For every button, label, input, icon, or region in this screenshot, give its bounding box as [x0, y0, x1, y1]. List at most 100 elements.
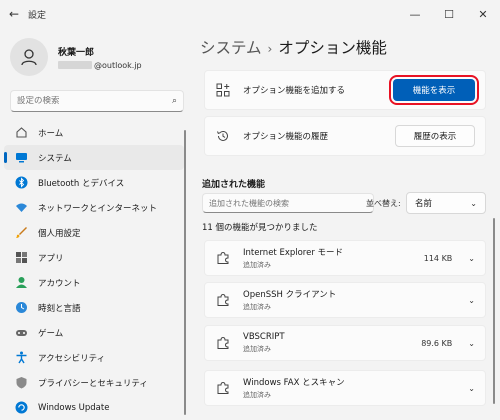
user-name: 秋葉一郎 — [58, 47, 95, 58]
network-icon — [14, 201, 28, 215]
sidebar-item-bluetooth[interactable]: Bluetooth とデバイス — [4, 170, 184, 195]
settings-search: ⌕ — [10, 90, 184, 112]
email-redaction — [58, 61, 92, 69]
minimize-button[interactable]: — — [398, 0, 432, 28]
sidebar-item-windows-update[interactable]: Windows Update — [4, 395, 184, 420]
sidebar-scrollbar[interactable] — [184, 130, 186, 415]
title-bar: ← 設定 — ☐ ✕ — [0, 0, 500, 28]
avatar — [10, 38, 48, 76]
page-heading: システム › オプション機能 — [200, 36, 387, 58]
puzzle-icon — [215, 380, 231, 396]
feature-item[interactable]: Windows FAX とスキャン 追加済み ⌄ — [204, 370, 486, 406]
chevron-down-icon[interactable]: ⌄ — [468, 296, 475, 305]
accessibility-icon — [14, 351, 28, 365]
brush-icon — [14, 226, 28, 240]
breadcrumb-separator: › — [267, 42, 273, 56]
search-icon[interactable]: ⌕ — [172, 96, 177, 106]
main-content: システム › オプション機能 オプション機能を追加する 機能を表示 オプション機能の… — [200, 28, 490, 420]
sidebar-item-label: プライバシーとセキュリティ — [38, 378, 148, 389]
add-feature-icon — [215, 82, 231, 98]
sidebar-item-label: 時刻と言語 — [38, 303, 81, 314]
sidebar-item-apps[interactable]: アプリ — [4, 245, 184, 270]
main-scrollbar[interactable] — [493, 218, 495, 404]
window-controls: — ☐ ✕ — [398, 0, 500, 28]
feature-name: VBSCRIPT — [243, 332, 285, 342]
minimize-icon: — — [409, 7, 421, 21]
chevron-down-icon[interactable]: ⌄ — [468, 384, 475, 393]
feature-status: 追加済み — [243, 303, 271, 311]
account-icon — [14, 276, 28, 290]
breadcrumb-parent[interactable]: システム — [200, 39, 262, 57]
feature-status: 追加済み — [243, 345, 271, 353]
add-feature-card: オプション機能を追加する 機能を表示 — [204, 70, 486, 110]
feature-size: 89.6 KB — [421, 338, 453, 348]
puzzle-icon — [215, 250, 231, 266]
sidebar-item-time-language[interactable]: 時刻と言語 — [4, 295, 184, 320]
back-arrow-icon: ← — [8, 7, 20, 21]
feature-name: OpenSSH クライアント — [243, 290, 337, 300]
back-button[interactable]: ← — [0, 0, 28, 28]
installed-features-search-input[interactable] — [209, 198, 367, 208]
feature-item[interactable]: OpenSSH クライアント 追加済み ⌄ — [204, 282, 486, 318]
sort-value: 名前 — [415, 199, 433, 209]
feature-status: 追加済み — [243, 391, 271, 399]
app-title: 設定 — [28, 10, 47, 21]
apps-icon — [14, 251, 28, 265]
sidebar-item-privacy[interactable]: プライバシーとセキュリティ — [4, 370, 184, 395]
chevron-down-icon: ⌄ — [470, 198, 477, 208]
sidebar-item-label: システム — [38, 153, 72, 164]
maximize-icon: ☐ — [444, 7, 454, 21]
sort-dropdown[interactable]: 名前 ⌄ — [406, 192, 486, 214]
page-title: オプション機能 — [278, 39, 387, 57]
sidebar-item-label: アクセシビリティ — [38, 353, 106, 364]
user-email: @outlook.jp — [58, 61, 142, 70]
person-icon — [21, 49, 37, 66]
email-suffix: @outlook.jp — [94, 60, 142, 70]
sidebar-item-system[interactable]: システム — [4, 145, 184, 170]
feature-item[interactable]: VBSCRIPT 追加済み 89.6 KB ⌄ — [204, 325, 486, 361]
feature-name: Internet Explorer モード — [243, 248, 344, 258]
profile[interactable]: 秋葉一郎 @outlook.jp — [10, 38, 142, 76]
feature-history-card: オプション機能の履歴 履歴の表示 — [204, 116, 486, 156]
sidebar-item-gaming[interactable]: ゲーム — [4, 320, 184, 345]
sidebar-item-accessibility[interactable]: アクセシビリティ — [4, 345, 184, 370]
update-icon — [14, 401, 28, 415]
time-language-icon — [14, 301, 28, 315]
gaming-icon — [14, 326, 28, 340]
feature-item[interactable]: Internet Explorer モード 追加済み 114 KB ⌄ — [204, 240, 486, 276]
sidebar-nav: ホーム システム Bluetooth とデバイス ネットワークとインターネット … — [4, 120, 184, 420]
feature-history-label: オプション機能の履歴 — [243, 132, 329, 142]
bluetooth-icon — [14, 176, 28, 190]
view-history-button[interactable]: 履歴の表示 — [395, 125, 475, 147]
sidebar-item-label: ホーム — [38, 128, 64, 139]
sidebar-item-label: ゲーム — [38, 328, 64, 339]
add-feature-label: オプション機能を追加する — [243, 86, 346, 96]
chevron-down-icon[interactable]: ⌄ — [468, 339, 475, 348]
system-icon — [14, 151, 28, 165]
close-icon: ✕ — [478, 7, 488, 21]
sidebar-item-label: アプリ — [38, 253, 64, 264]
installed-features-title: 追加された機能 — [202, 180, 266, 190]
puzzle-icon — [215, 292, 231, 308]
sidebar-item-network[interactable]: ネットワークとインターネット — [4, 195, 184, 220]
shield-icon — [14, 376, 28, 390]
sidebar-item-label: 個人用設定 — [38, 228, 81, 239]
close-button[interactable]: ✕ — [466, 0, 500, 28]
sidebar-item-personalization[interactable]: 個人用設定 — [4, 220, 184, 245]
settings-search-input[interactable] — [17, 96, 172, 106]
sidebar-item-accounts[interactable]: アカウント — [4, 270, 184, 295]
sidebar-item-label: Windows Update — [38, 402, 110, 413]
sidebar-item-label: アカウント — [38, 278, 81, 289]
sidebar: 秋葉一郎 @outlook.jp ⌕ ホーム システム Bluetooth とデ… — [0, 28, 190, 420]
feature-count: 11 個の機能が見つかりました — [202, 223, 318, 233]
sort-label: 並べ替え: — [366, 199, 401, 208]
puzzle-icon — [215, 335, 231, 351]
maximize-button[interactable]: ☐ — [432, 0, 466, 28]
view-features-button[interactable]: 機能を表示 — [389, 75, 479, 105]
chevron-down-icon[interactable]: ⌄ — [468, 254, 475, 263]
feature-size: 114 KB — [423, 253, 453, 263]
home-icon — [14, 126, 28, 140]
history-icon — [215, 128, 231, 144]
sidebar-item-home[interactable]: ホーム — [4, 120, 184, 145]
feature-name: Windows FAX とスキャン — [243, 378, 345, 388]
